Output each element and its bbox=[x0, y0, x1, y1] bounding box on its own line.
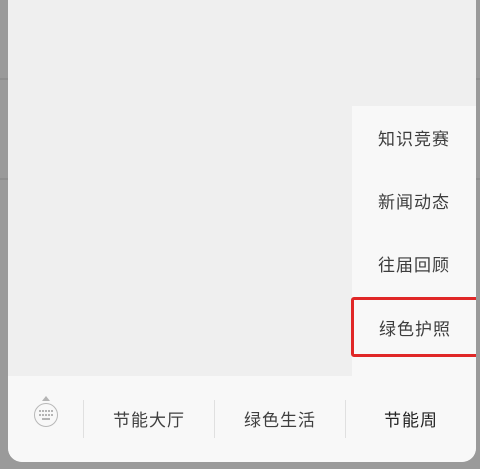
tab-energy-hall[interactable]: 节能大厅 bbox=[84, 396, 214, 440]
tab-energy-week[interactable]: 节能周 bbox=[346, 396, 476, 440]
tab-green-living[interactable]: 绿色生活 bbox=[215, 396, 345, 440]
bottom-menu-bar: 节能大厅 绿色生活 节能周 bbox=[8, 376, 476, 462]
tab-label: 节能大厅 bbox=[113, 410, 185, 431]
menu-item-quiz[interactable]: 知识竞赛 bbox=[352, 106, 476, 169]
tab-label: 节能周 bbox=[384, 410, 438, 431]
menu-item-label: 知识竞赛 bbox=[378, 130, 450, 150]
menu-item-label: 绿色护照 bbox=[379, 319, 451, 340]
menu-item-news[interactable]: 新闻动态 bbox=[352, 169, 476, 232]
tab-label: 绿色生活 bbox=[244, 410, 316, 431]
menu-item-review[interactable]: 往届回顾 bbox=[352, 232, 476, 295]
keyboard-toggle-button[interactable] bbox=[26, 396, 66, 440]
menu-item-label: 新闻动态 bbox=[378, 193, 450, 213]
menu-item-green-passport[interactable]: 绿色护照 bbox=[351, 297, 476, 357]
keyboard-icon bbox=[34, 403, 58, 427]
popup-menu: 知识竞赛 新闻动态 往届回顾 绿色护照 bbox=[351, 106, 476, 376]
menu-item-label: 往届回顾 bbox=[378, 256, 450, 276]
arrow-up-icon bbox=[42, 396, 50, 401]
phone-screen: 知识竞赛 新闻动态 往届回顾 绿色护照 节能大厅 绿色生活 节能周 bbox=[8, 0, 476, 462]
